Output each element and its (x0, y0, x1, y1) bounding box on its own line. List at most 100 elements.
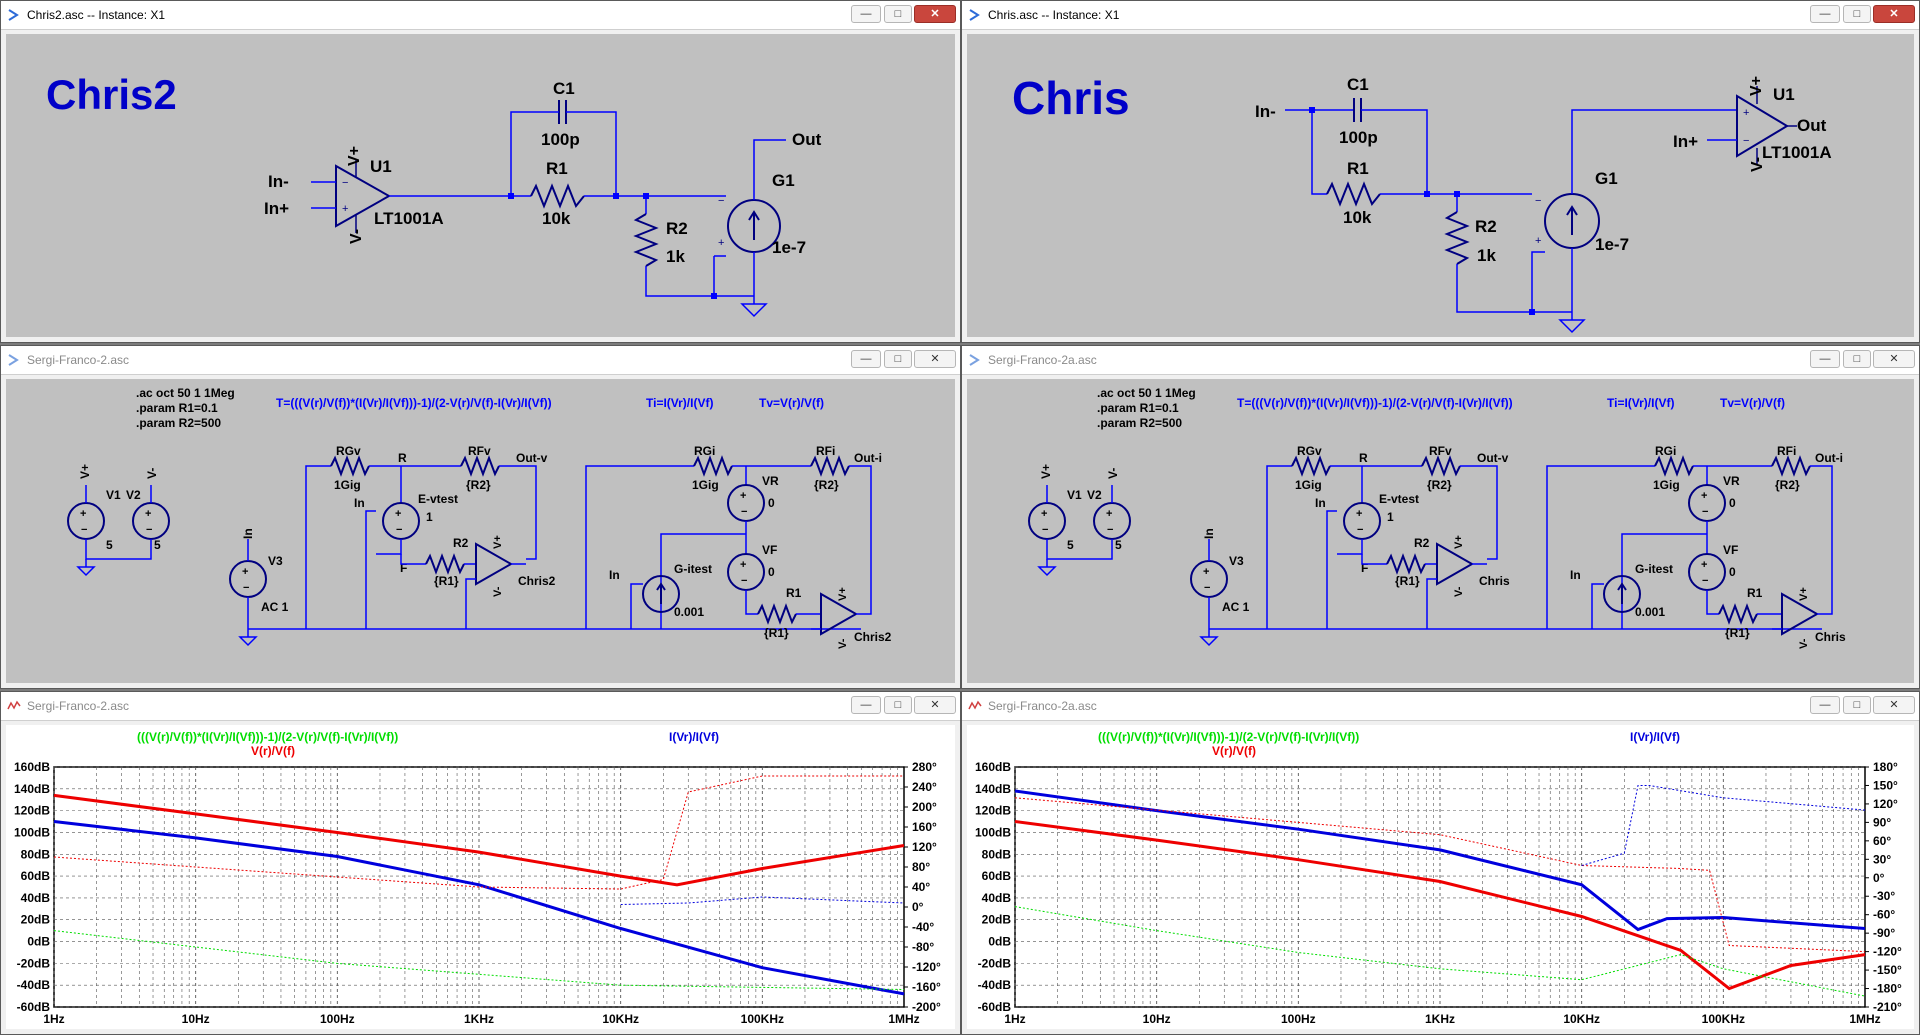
in-plus-label: In+ (1673, 132, 1698, 151)
waveform-plot-area[interactable]: (((V(r)/V(f))*(I(Vr)/I(Vf)))-1)/(2-V(r)/… (967, 725, 1914, 1029)
svg-text:+: + (1743, 107, 1749, 119)
svg-text:−: − (1702, 506, 1708, 518)
title-bar[interactable]: Sergi-Franco-2a.asc — □ ✕ (962, 346, 1919, 375)
window-title: Sergi-Franco-2.asc (27, 699, 130, 713)
ground-icon (1199, 636, 1219, 647)
schematic-canvas[interactable]: .ac oct 50 1 1Meg .param R1=0.1 .param R… (6, 379, 955, 683)
trace-label-blue[interactable]: I(Vr)/I(Vf) (1630, 730, 1680, 744)
vf-value: 0 (1729, 565, 1736, 579)
minimize-button[interactable]: — (851, 350, 881, 368)
y2-tick-label: 0° (1873, 871, 1885, 885)
close-button[interactable]: ✕ (914, 350, 956, 368)
maximize-button[interactable]: □ (884, 5, 912, 23)
title-bar[interactable]: Sergi-Franco-2.asc — □ ✕ (1, 692, 960, 721)
minimize-button[interactable]: — (851, 5, 881, 23)
y2-tick-label: -80° (912, 940, 934, 954)
u1-part: LT1001A (374, 209, 444, 228)
resistor-r1 (1718, 603, 1758, 625)
v3-in-label: In (1202, 528, 1216, 539)
v3-label: V3 (268, 554, 283, 568)
close-button[interactable]: ✕ (1873, 696, 1915, 714)
maximize-button[interactable]: □ (1843, 5, 1871, 23)
waveform-plot-area[interactable]: (((V(r)/V(f))*(I(Vr)/I(Vf)))-1)/(2-V(r)/… (6, 725, 955, 1029)
r2-label: R2 (1414, 536, 1430, 550)
opamp-i-vminus: V- (1798, 638, 1810, 649)
directive-param-r1: .param R1=0.1 (136, 401, 218, 415)
title-bar[interactable]: Chris2.asc -- Instance: X1 — □ ✕ (1, 1, 960, 30)
close-button[interactable]: ✕ (1873, 5, 1915, 23)
v2-label: V2 (1087, 488, 1102, 502)
maximize-button[interactable]: □ (1843, 696, 1871, 714)
schematic-canvas[interactable]: Chris2 − + V+ V- U1 LT1001A In- In+ C1 1… (6, 34, 955, 337)
y2-tick-label: 60° (1873, 834, 1891, 848)
title-bar[interactable]: Chris.asc -- Instance: X1 — □ ✕ (962, 1, 1919, 30)
r1-value: 10k (1343, 208, 1372, 227)
schematic-window-chris[interactable]: Chris.asc -- Instance: X1 — □ ✕ Chris In… (961, 0, 1920, 343)
minimize-button[interactable]: — (1810, 350, 1840, 368)
resistor-r1-symbol (1326, 181, 1381, 207)
vr-value: 0 (768, 496, 775, 510)
minimize-button[interactable]: — (851, 696, 881, 714)
bode-plot-left: (((V(r)/V(f))*(I(Vr)/I(Vf)))-1)/(2-V(r)/… (14, 730, 941, 1026)
waveform-window-sergi-franco-2[interactable]: Sergi-Franco-2.asc — □ ✕ (((V(r)/V(f))*(… (0, 691, 961, 1035)
schematic-window-sergi-franco-2a[interactable]: Sergi-Franco-2a.asc — □ ✕ .ac oct 50 1 1… (961, 345, 1920, 689)
e-vtest-label: E-vtest (418, 492, 458, 506)
ltspice-schematic-icon (8, 354, 19, 366)
v1-vplus: V+ (78, 464, 92, 479)
rgi-label: RGi (694, 444, 715, 458)
trace-label-red[interactable]: V(r)/V(f) (251, 744, 295, 758)
directive-ac: .ac oct 50 1 1Meg (1097, 386, 1196, 400)
chris-schematic: Chris In- R1 10k C1 100p R2 1k − + G1 1e… (1012, 72, 1832, 334)
x-tick-label: 100KHz (741, 1012, 784, 1026)
trace-label-green[interactable]: (((V(r)/V(f))*(I(Vr)/I(Vf)))-1)/(2-V(r)/… (137, 730, 398, 744)
maximize-button[interactable]: □ (884, 696, 912, 714)
vf-value: 0 (768, 565, 775, 579)
trace-label-blue[interactable]: I(Vr)/I(Vf) (669, 730, 719, 744)
maximize-button[interactable]: □ (1843, 350, 1871, 368)
minimize-button[interactable]: — (1810, 696, 1840, 714)
r1-label: R1 (546, 159, 568, 178)
title-bar[interactable]: Sergi-Franco-2.asc — □ ✕ (1, 346, 960, 375)
equation-t: T=(((V(r)/V(f))*(I(Vr)/I(Vf)))-1)/(2-V(r… (276, 396, 552, 410)
schematic-canvas[interactable]: Chris In- R1 10k C1 100p R2 1k − + G1 1e… (967, 34, 1914, 337)
y-tick-label: 120dB (975, 804, 1011, 818)
sergi-franco-schematic: .ac oct 50 1 1Meg .param R1=0.1 .param R… (67, 386, 892, 649)
equation-tv: Tv=V(r)/V(f) (1720, 396, 1785, 410)
waveform-window-sergi-franco-2a[interactable]: Sergi-Franco-2a.asc — □ ✕ (((V(r)/V(f))*… (961, 691, 1920, 1035)
svg-text:+: + (80, 508, 86, 520)
close-button[interactable]: ✕ (914, 5, 956, 23)
y-tick-label: 20dB (21, 913, 51, 927)
in-plus-label: In+ (264, 199, 289, 218)
schematic-window-chris2[interactable]: Chris2.asc -- Instance: X1 — □ ✕ Chris2 … (0, 0, 961, 343)
x-tick-label: 10Hz (182, 1012, 210, 1026)
e-vtest-value: 1 (1387, 510, 1394, 524)
y-tick-label: 0dB (27, 935, 50, 949)
close-button[interactable]: ✕ (1873, 350, 1915, 368)
y-tick-label: 80dB (21, 847, 51, 861)
trace-label-red[interactable]: V(r)/V(f) (1212, 744, 1256, 758)
schematic-window-sergi-franco-2[interactable]: Sergi-Franco-2.asc — □ ✕ .ac oct 50 1 1M… (0, 345, 961, 689)
minimize-button[interactable]: — (1810, 5, 1840, 23)
node-r-label: R (1359, 451, 1368, 465)
vplus-label: V+ (346, 146, 363, 166)
opamp-i-vplus: V+ (837, 587, 849, 601)
svg-text:−: − (741, 575, 747, 587)
svg-text:−: − (243, 582, 249, 594)
v1-value: 5 (1067, 538, 1074, 552)
y-tick-label: 160dB (975, 760, 1011, 774)
resistor-r2 (1386, 553, 1426, 575)
y2-tick-label: -120° (1873, 945, 1902, 959)
c1-label: C1 (1347, 75, 1369, 94)
rfi-value: {R2} (814, 478, 839, 492)
resistor-rfv (460, 455, 500, 477)
schematic-canvas[interactable]: .ac oct 50 1 1Meg .param R1=0.1 .param R… (967, 379, 1914, 683)
e-vtest-in-label: In (354, 496, 365, 510)
y-tick-label: 40dB (982, 891, 1012, 905)
out-v-label: Out-v (516, 451, 548, 465)
title-bar[interactable]: Sergi-Franco-2a.asc — □ ✕ (962, 692, 1919, 721)
r1-label: R1 (1347, 159, 1369, 178)
trace-label-green[interactable]: (((V(r)/V(f))*(I(Vr)/I(Vf)))-1)/(2-V(r)/… (1098, 730, 1359, 744)
r1-value: {R1} (764, 626, 789, 640)
close-button[interactable]: ✕ (914, 696, 956, 714)
maximize-button[interactable]: □ (884, 350, 912, 368)
